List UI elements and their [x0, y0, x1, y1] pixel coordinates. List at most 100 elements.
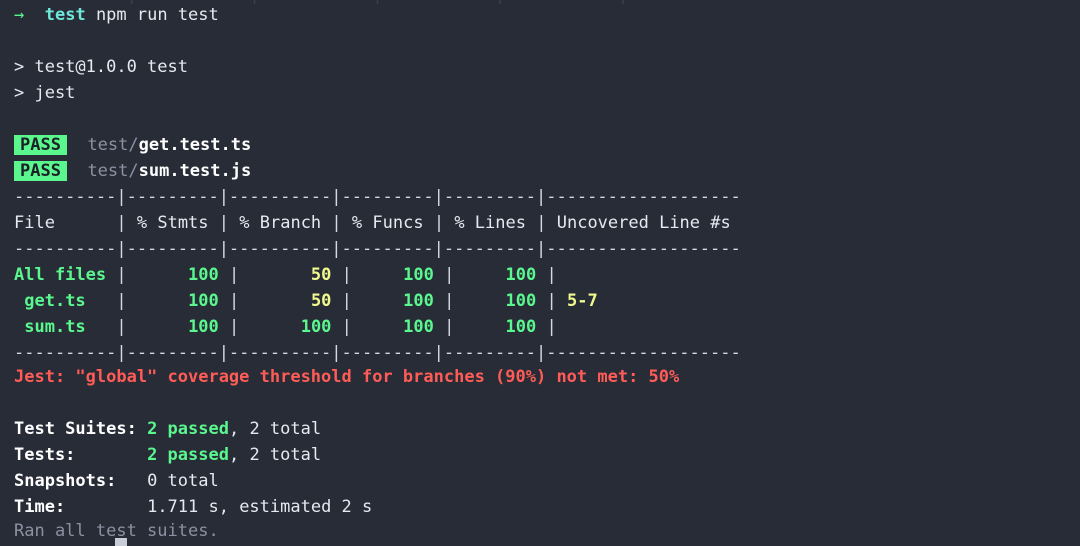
pad [219, 265, 229, 285]
prompt-directory: test [45, 5, 86, 25]
pad [557, 291, 567, 311]
summary-passed-count: 2 passed [147, 419, 229, 439]
pad [331, 317, 341, 337]
col-divider: | [434, 213, 444, 233]
pad [75, 445, 147, 465]
col-divider: | [444, 265, 454, 285]
pad [434, 317, 444, 337]
cell-file: All files [14, 265, 106, 285]
pad [526, 213, 536, 233]
pad [65, 497, 147, 517]
cell-branch: 50 [311, 265, 331, 285]
cell-lines: 100 [506, 317, 537, 337]
col-divider: | [219, 213, 229, 233]
prompt-spacer [24, 5, 44, 25]
status-badge: PASS [14, 135, 67, 155]
col-divider: | [342, 291, 352, 311]
summary-total: , 2 total [229, 445, 321, 465]
col-divider: | [116, 317, 126, 337]
pad [331, 291, 341, 311]
pad [219, 317, 229, 337]
column-header-funcs: % Funcs [352, 213, 424, 233]
cell-lines: 100 [506, 291, 537, 311]
test-suite-row: PASS test/get.test.ts [14, 132, 251, 158]
summary-value: 0 total [147, 471, 219, 491]
pad [14, 291, 24, 311]
cell-branch: 100 [301, 317, 332, 337]
pad [14, 317, 24, 337]
col-divider: | [536, 213, 546, 233]
prompt-command: npm run test [96, 5, 219, 25]
pad [536, 291, 546, 311]
table-separator-bottom: ----------|---------|----------|--------… [14, 340, 741, 366]
col-divider: | [116, 291, 126, 311]
prompt-spacer-2 [86, 5, 96, 25]
pad [424, 213, 434, 233]
cell-branch: 50 [311, 291, 331, 311]
pad [127, 265, 188, 285]
table-separator-header: ----------|---------|----------|--------… [14, 236, 741, 262]
npm-command-line: > jest [14, 80, 75, 106]
table-header-row: File | % Stmts | % Branch | % Funcs | % … [14, 210, 731, 236]
cell-lines: 100 [506, 265, 537, 285]
suite-directory: test/ [87, 135, 138, 155]
npm-script-line: > test@1.0.0 test [14, 54, 188, 80]
cell-funcs: 100 [403, 265, 434, 285]
prompt-arrow-icon: → [14, 5, 24, 25]
summary-time-row: Time: 1.711 s, estimated 2 s [14, 494, 372, 520]
pad [454, 265, 505, 285]
column-header-stmts: % Stmts [137, 213, 209, 233]
pad [434, 291, 444, 311]
pad [321, 213, 331, 233]
summary-passed-count: 2 passed [147, 445, 229, 465]
summary-snapshots-row: Snapshots: 0 total [14, 468, 219, 494]
suite-filename: sum.test.js [139, 161, 252, 181]
pad [55, 213, 116, 233]
cell-file: get.ts [24, 291, 85, 311]
cell-file: sum.ts [24, 317, 85, 337]
col-divider: | [229, 265, 239, 285]
pad [536, 317, 546, 337]
suite-gap [67, 161, 87, 181]
pad [127, 213, 137, 233]
cell-stmts: 100 [188, 291, 219, 311]
pad [106, 265, 116, 285]
pad [536, 265, 546, 285]
column-header-lines: % Lines [454, 213, 526, 233]
col-divider: | [546, 317, 556, 337]
col-divider: | [444, 317, 454, 337]
cell-uncovered: 5-7 [567, 291, 598, 311]
pad [219, 291, 229, 311]
summary-label: Snapshots: [14, 471, 116, 491]
pad [454, 291, 505, 311]
summary-label: Time: [14, 497, 65, 517]
pad [557, 265, 567, 285]
pad [127, 291, 188, 311]
pad [557, 317, 567, 337]
summary-tests-row: Tests: 2 passed, 2 total [14, 442, 321, 468]
column-header-file: File [14, 213, 55, 233]
summary-label: Tests: [14, 445, 75, 465]
suite-filename: get.test.ts [139, 135, 252, 155]
pad [239, 291, 311, 311]
column-header-uncovered: Uncovered Line #s [557, 213, 731, 233]
col-divider: | [116, 213, 126, 233]
suite-gap [67, 135, 87, 155]
prompt-line: → test npm run test [14, 2, 219, 28]
status-badge: PASS [14, 161, 67, 181]
table-row: get.ts | 100 | 50 | 100 | 100 | 5-7 [14, 288, 598, 314]
pad [239, 317, 300, 337]
summary-label: Test Suites: [14, 419, 137, 439]
summary-value: 1.711 s, estimated 2 s [147, 497, 372, 517]
table-separator-top: ----------|---------|----------|--------… [14, 184, 741, 210]
col-divider: | [342, 317, 352, 337]
col-divider: | [229, 317, 239, 337]
col-divider: | [546, 291, 556, 311]
pad [352, 291, 403, 311]
table-row: All files | 100 | 50 | 100 | 100 | [14, 262, 567, 288]
col-divider: | [444, 291, 454, 311]
terminal-window[interactable]: ---------- |---------- |---------- |----… [0, 0, 1080, 546]
table-row: sum.ts | 100 | 100 | 100 | 100 | [14, 314, 567, 340]
summary-total: , 2 total [229, 419, 321, 439]
pad [444, 213, 454, 233]
